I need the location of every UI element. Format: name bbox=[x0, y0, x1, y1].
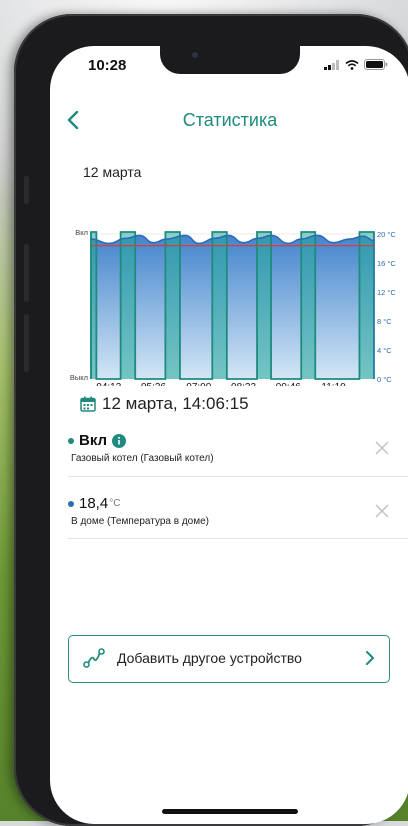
chart-date-label: 12 марта bbox=[83, 164, 142, 180]
boiler-value: Вкл bbox=[79, 432, 108, 449]
remove-temperature-close-icon[interactable] bbox=[374, 503, 390, 519]
temperature-value: 18,4 bbox=[79, 495, 109, 512]
heater-on-bar bbox=[359, 232, 374, 379]
right-axis-tick-label: 8 °C bbox=[377, 317, 392, 326]
statistics-chart[interactable]: Вкл Выкл 20 °C 16 °C 12 °C 8 °C 4 °C 0 °C 04:13 0… bbox=[50, 196, 408, 386]
x-axis-tick-label: 08:23 bbox=[231, 382, 256, 386]
page-title: Статистика bbox=[182, 110, 278, 130]
status-dot bbox=[68, 437, 74, 444]
home-indicator bbox=[162, 809, 298, 814]
left-axis-on-label: Вкл bbox=[75, 228, 88, 237]
chevron-right-icon bbox=[366, 651, 374, 665]
phone-frame: 10:28 Статистика 12 марта Вкл Выкл 20 °C… bbox=[14, 14, 408, 826]
signal-icon bbox=[324, 59, 339, 70]
status-dot bbox=[68, 500, 74, 507]
screen: 10:28 Статистика 12 марта Вкл Выкл 20 °C… bbox=[50, 46, 408, 824]
boiler-description: Газовый котел (Газовый котел) bbox=[71, 453, 214, 464]
camera-icon bbox=[192, 52, 198, 58]
temperature-unit: °C bbox=[109, 498, 121, 509]
right-axis-tick-label: 16 °C bbox=[377, 259, 396, 268]
x-axis-tick-label: 11:10 bbox=[321, 382, 346, 386]
divider bbox=[68, 476, 408, 477]
battery-icon bbox=[364, 59, 388, 70]
remove-boiler-close-icon[interactable] bbox=[374, 440, 390, 456]
right-axis-tick-label: 4 °C bbox=[377, 346, 392, 355]
x-axis-tick-label: 05:36 bbox=[141, 382, 166, 386]
x-axis-tick-label: 09:46 bbox=[276, 382, 301, 386]
heater-on-bar bbox=[165, 232, 180, 379]
heater-on-bar bbox=[212, 232, 227, 379]
right-axis-tick-label: 12 °C bbox=[377, 288, 396, 297]
notch bbox=[160, 46, 300, 74]
status-icons bbox=[324, 59, 388, 70]
volume-down-button bbox=[24, 314, 29, 372]
selected-datetime: 12 марта, 14:06:15 bbox=[80, 394, 249, 414]
list-item-temperature[interactable]: 18,4 °C В доме (Температура в доме) bbox=[68, 495, 406, 527]
left-axis-off-label: Выкл bbox=[70, 373, 88, 382]
heater-on-bar bbox=[257, 232, 272, 379]
status-time: 10:28 bbox=[88, 57, 127, 74]
volume-up-button bbox=[24, 244, 29, 302]
wifi-icon bbox=[345, 59, 359, 70]
list-item-boiler[interactable]: Вкл Газовый котел (Газовый котел) bbox=[68, 432, 406, 464]
heater-on-bar bbox=[301, 232, 316, 379]
right-axis-tick-label: 20 °C bbox=[377, 230, 396, 239]
route-icon bbox=[83, 648, 105, 668]
divider bbox=[68, 538, 408, 539]
mute-switch bbox=[24, 176, 29, 204]
selected-datetime-text: 12 марта, 14:06:15 bbox=[102, 394, 249, 413]
heater-on-bar bbox=[120, 232, 136, 379]
calendar-icon bbox=[80, 396, 96, 412]
x-axis-tick-label: 07:00 bbox=[186, 382, 211, 386]
add-device-label: Добавить другое устройство bbox=[117, 650, 302, 666]
info-icon[interactable] bbox=[112, 433, 127, 448]
add-device-button[interactable]: Добавить другое устройство bbox=[68, 635, 390, 683]
x-axis-tick-label: 04:13 bbox=[96, 382, 121, 386]
temperature-description: В доме (Температура в доме) bbox=[71, 516, 209, 527]
right-axis-tick-label: 0 °C bbox=[377, 375, 392, 384]
